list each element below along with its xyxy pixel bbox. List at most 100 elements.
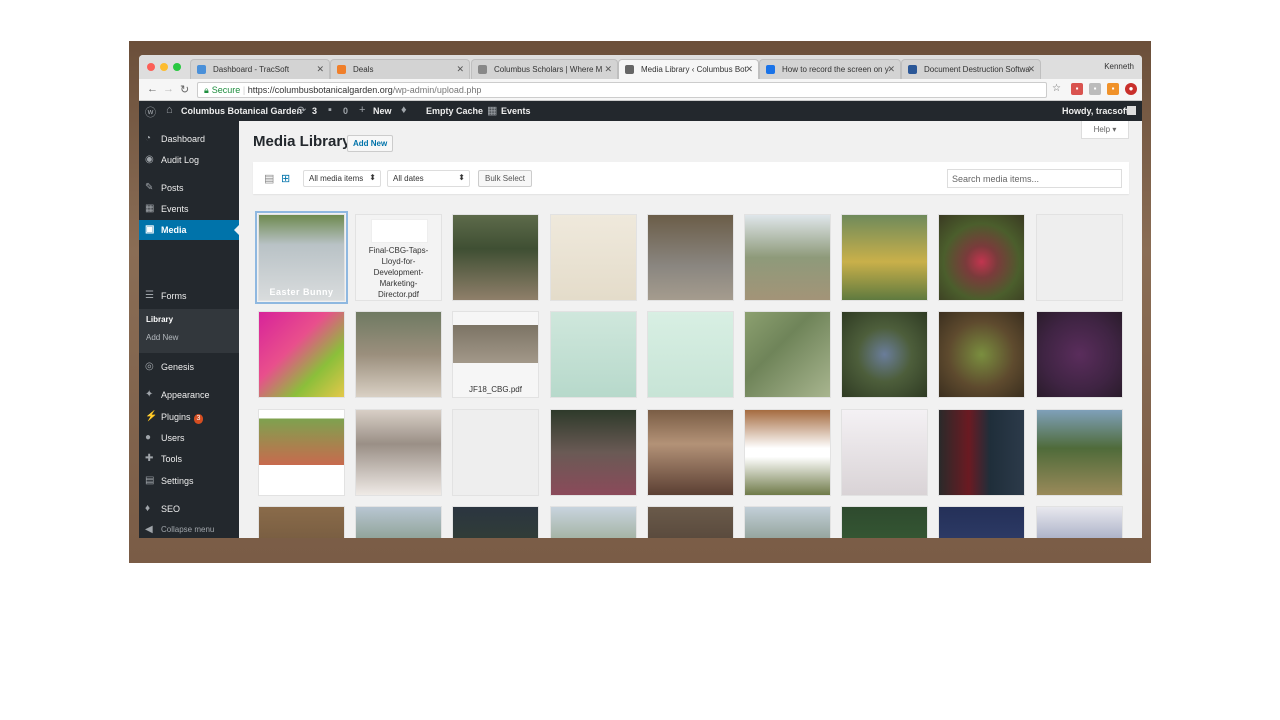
contest-flyer-photo[interactable] <box>647 311 734 398</box>
seo-adminbar-icon[interactable]: ♦ <box>401 104 407 116</box>
sidebar-item-plugins[interactable]: ⚡ Plugins 3 <box>139 407 239 427</box>
tab-close-icon[interactable]: ✕ <box>316 64 324 75</box>
minimize-window-icon[interactable] <box>160 63 168 71</box>
tab-close-icon[interactable]: ✕ <box>745 64 753 75</box>
wordpress-logo-icon[interactable]: ⓦ <box>145 104 156 120</box>
garden-photo[interactable] <box>744 214 831 301</box>
sidebar-item-audit-log[interactable]: ◉ Audit Log <box>139 150 239 170</box>
new-content-link[interactable]: New <box>373 106 392 116</box>
sidebar-item-posts[interactable]: ✎ Posts <box>139 178 239 198</box>
flyer-photo[interactable] <box>550 214 637 301</box>
walkway-photo[interactable]: Easter Bunny <box>255 211 348 304</box>
forward-icon[interactable]: → <box>163 83 174 95</box>
bulk-select-button[interactable]: Bulk Select <box>478 170 533 187</box>
fern-photo[interactable] <box>938 311 1025 398</box>
help-tab[interactable]: Help ▾ <box>1081 121 1129 139</box>
gourd-photo[interactable] <box>938 214 1025 301</box>
updates-count[interactable]: 3 <box>312 106 317 116</box>
sidebar-item-dashboard[interactable]: ◔ Dashboard <box>139 129 239 149</box>
christmas-photo-3[interactable] <box>1036 506 1123 538</box>
sidebar-item-appearance[interactable]: ✦ Appearance <box>139 385 239 405</box>
tab-close-icon[interactable]: ✕ <box>887 64 895 75</box>
profile-name[interactable]: Kenneth <box>1104 62 1134 71</box>
browser-tab[interactable]: How to record the screen on y ✕ <box>759 59 901 79</box>
group-photo[interactable] <box>452 214 539 301</box>
howdy-user[interactable]: Howdy, tracsoft <box>1062 106 1129 116</box>
sidebar-item-settings[interactable]: ▤ Settings <box>139 471 239 491</box>
bench-photo[interactable] <box>258 506 345 538</box>
url-field[interactable]: 🔒︎ Secure | https://columbusbotanicalgard… <box>197 82 1047 98</box>
browser-tab[interactable]: Media Library ‹ Columbus Bot ✕ <box>618 59 759 79</box>
thumbnail-image <box>259 312 344 397</box>
purple-leaves-photo[interactable] <box>1036 311 1123 398</box>
hall-photo[interactable] <box>647 506 734 538</box>
planting-photo[interactable] <box>744 409 831 496</box>
first-look-photo[interactable] <box>841 409 928 496</box>
fountain-photo[interactable] <box>647 214 734 301</box>
volunteers-photo[interactable] <box>550 409 637 496</box>
browser-tab[interactable]: Dashboard - TracSoft ✕ <box>190 59 330 79</box>
tab-close-icon[interactable]: ✕ <box>456 64 464 75</box>
sidebar-item-forms[interactable]: ☰ Forms <box>139 286 239 306</box>
attention-photo[interactable] <box>355 409 442 496</box>
document-tile[interactable]: Final-CBG-Taps-Lloyd-for-Development-Mar… <box>355 214 442 301</box>
document-tile-jf18[interactable]: JF18_CBG.pdf <box>452 311 539 398</box>
empty-cache-link[interactable]: Empty Cache <box>426 106 483 116</box>
tab-close-icon[interactable]: ✕ <box>1027 64 1035 75</box>
flowers-photo[interactable] <box>841 214 928 301</box>
blank-tile[interactable] <box>1036 214 1123 301</box>
sidebar-item-events[interactable]: ▦ Events <box>139 199 239 219</box>
maximize-window-icon[interactable] <box>173 63 181 71</box>
submenu-add-new[interactable]: Add New <box>146 333 178 342</box>
blank-tile-2[interactable] <box>452 409 539 496</box>
sidebar-item-tools[interactable]: ✚ Tools <box>139 449 239 469</box>
extension-icon-2[interactable]: ▪ <box>1089 83 1101 95</box>
lawn-photo[interactable] <box>1036 409 1123 496</box>
extension-icon-3[interactable]: ▪ <box>1107 83 1119 95</box>
submenu-library[interactable]: Library <box>146 315 173 324</box>
aerial-photo[interactable] <box>744 311 831 398</box>
close-window-icon[interactable] <box>147 63 155 71</box>
plus-icon: + <box>359 104 366 116</box>
thumbnail-image <box>939 507 1024 538</box>
add-new-button[interactable]: Add New <box>347 135 394 152</box>
media-type-select[interactable]: All media items ⬍ <box>303 170 381 187</box>
christmas-photo-2[interactable] <box>938 506 1025 538</box>
sidebar-item-collapse-menu[interactable]: ◀ Collapse menu <box>139 520 239 538</box>
tab-close-icon[interactable]: ✕ <box>604 64 612 75</box>
grid-view-icon[interactable]: ⊞ <box>281 172 290 185</box>
sidebar-item-media[interactable]: ▣ Media <box>139 220 239 240</box>
avatar[interactable] <box>1127 106 1136 115</box>
sidebar-item-seo[interactable]: ♦ SEO <box>139 499 239 519</box>
poster-photo[interactable] <box>258 311 345 398</box>
bookmark-star-icon[interactable]: ☆ <box>1052 83 1061 94</box>
trees-photo[interactable] <box>355 506 442 538</box>
house-photo[interactable] <box>355 311 442 398</box>
notecards-photo[interactable] <box>258 409 345 496</box>
browser-tab[interactable]: Deals ✕ <box>330 59 470 79</box>
list-view-icon[interactable]: ▤ <box>264 172 274 185</box>
comments-count[interactable]: 0 <box>343 106 348 116</box>
gift-photo[interactable] <box>938 409 1025 496</box>
browser-tab[interactable]: Columbus Scholars | Where M ✕ <box>471 59 618 79</box>
dark-trees-photo[interactable] <box>452 506 539 538</box>
field-photo[interactable] <box>550 506 637 538</box>
extension-icon-1[interactable]: ▪ <box>1071 83 1083 95</box>
date-select[interactable]: All dates ⬍ <box>387 170 470 187</box>
christmas-photo-1[interactable] <box>841 506 928 538</box>
back-icon[interactable]: ← <box>147 83 158 95</box>
extension-icon-4[interactable]: ● <box>1125 83 1137 95</box>
search-media-input[interactable]: Search media items... <box>947 169 1122 188</box>
plant-photo[interactable] <box>841 311 928 398</box>
events-link[interactable]: Events <box>501 106 531 116</box>
reload-icon[interactable]: ↻ <box>180 83 189 96</box>
shop-photo[interactable] <box>647 409 734 496</box>
sidebar-item-genesis[interactable]: ◎ Genesis <box>139 357 239 377</box>
browser-tab[interactable]: Document Destruction Softwa ✕ <box>901 59 1041 79</box>
forest-photo[interactable] <box>744 506 831 538</box>
tab-favicon-icon <box>908 65 917 74</box>
frame-flyer-photo[interactable] <box>550 311 637 398</box>
site-name-link[interactable]: Columbus Botanical Garden <box>181 106 302 116</box>
sidebar-item-users[interactable]: ● Users <box>139 428 239 448</box>
image-overlay-text: Easter Bunny <box>269 287 334 297</box>
